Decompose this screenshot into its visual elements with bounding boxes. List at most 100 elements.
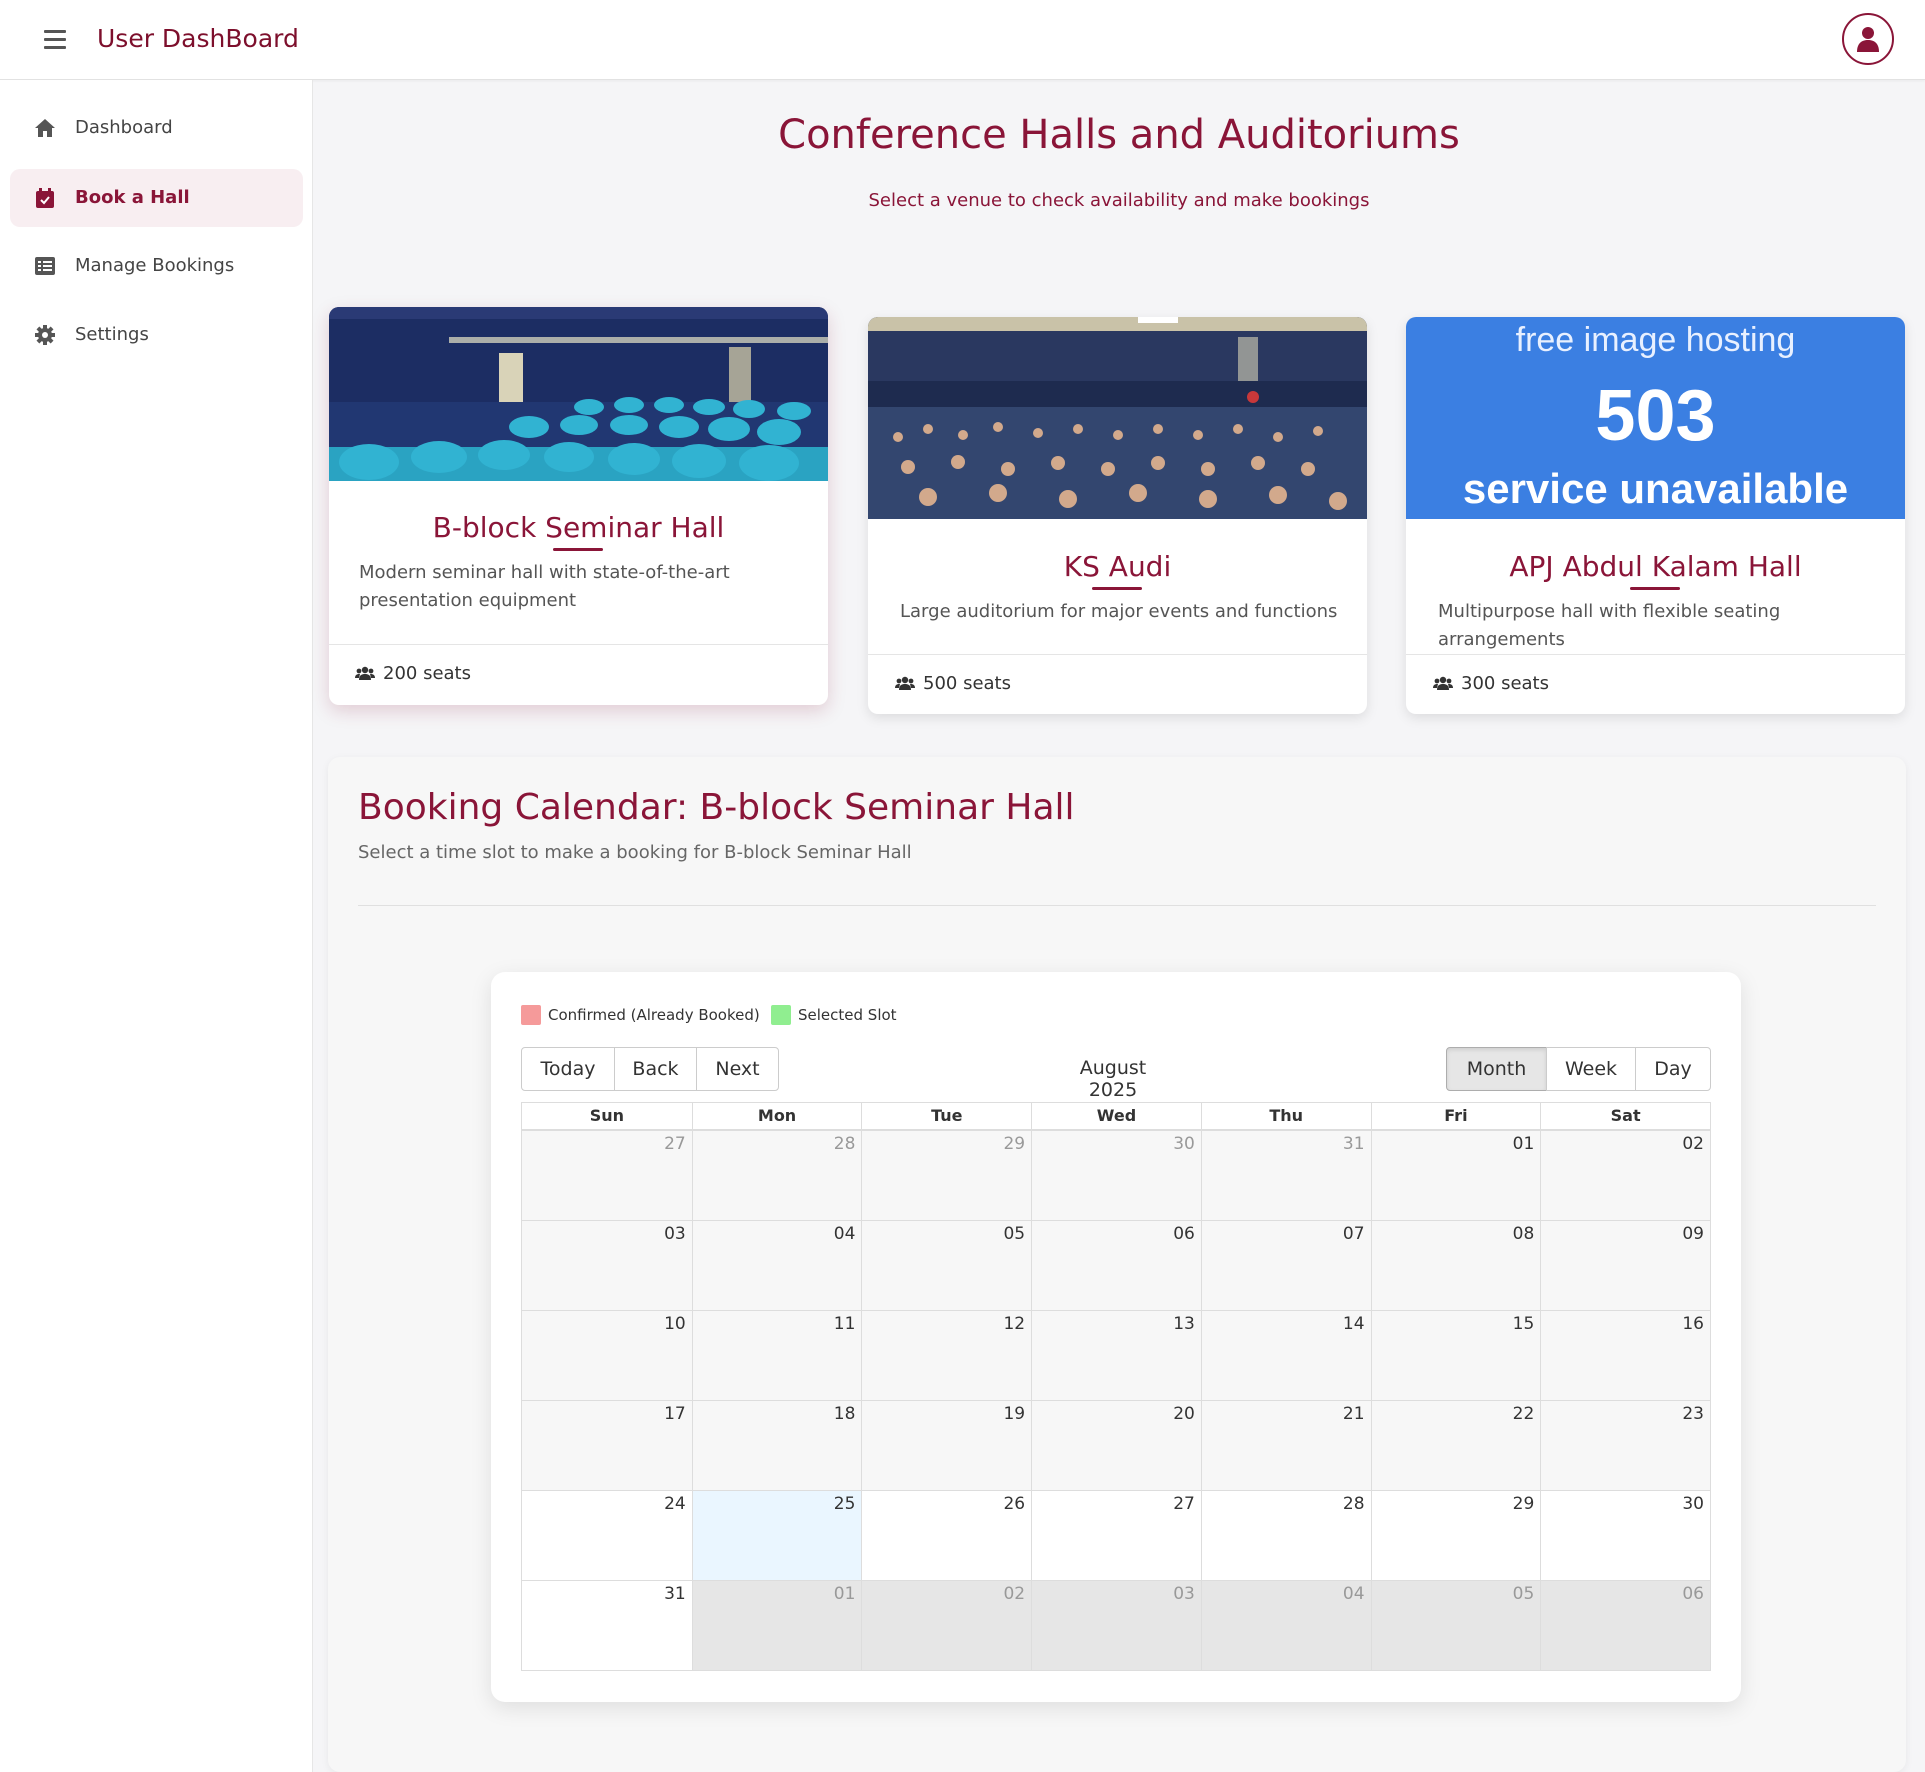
calendar-day-cell[interactable]: 12	[861, 1310, 1032, 1400]
calendar-day-cell[interactable]: 13	[1031, 1310, 1201, 1400]
weekday-header-sat: Sat	[1540, 1103, 1710, 1130]
sidebar-item-label: Manage Bookings	[75, 255, 235, 276]
calendar-day-cell[interactable]: 15	[1370, 1310, 1541, 1400]
calendar-day-cell[interactable]: 29	[861, 1130, 1032, 1220]
calendar-day-cell[interactable]: 30	[1540, 1490, 1710, 1580]
calendar-day-cell[interactable]: 04	[1200, 1580, 1371, 1670]
hall-description: Large auditorium for major events and fu…	[900, 601, 1338, 622]
calendar-day-cell[interactable]: 31	[522, 1580, 692, 1670]
app-title: User DashBoard	[97, 24, 299, 53]
back-button[interactable]: Back	[614, 1047, 697, 1091]
day-number: 28	[1342, 1494, 1365, 1514]
calendar-day-cell[interactable]: 06	[1540, 1580, 1710, 1670]
day-number: 25	[833, 1494, 856, 1514]
hall-card-b-block[interactable]: B-block Seminar Hall Modern seminar hall…	[329, 307, 828, 705]
calendar-day-cell[interactable]: 30	[1031, 1130, 1201, 1220]
calendar-day-cell[interactable]: 24	[522, 1490, 692, 1580]
calendar-day-cell[interactable]: 08	[1370, 1220, 1541, 1310]
calendar-day-cell[interactable]: 26	[861, 1490, 1032, 1580]
calendar-day-cell[interactable]: 01	[1370, 1130, 1541, 1220]
sidebar-item-label: Settings	[75, 324, 149, 345]
calendar-day-cell[interactable]: 28	[691, 1130, 862, 1220]
calendar-day-cell[interactable]: 07	[1200, 1220, 1371, 1310]
sidebar-item-label: Dashboard	[75, 117, 173, 138]
day-number: 24	[664, 1494, 686, 1514]
calendar-day-cell[interactable]: 03	[522, 1220, 692, 1310]
week-view-button[interactable]: Week	[1546, 1047, 1636, 1091]
users-icon	[355, 666, 375, 680]
hall-photo-auditorium	[868, 317, 1367, 519]
hall-name: KS Audi	[1063, 550, 1172, 583]
users-icon	[1433, 676, 1453, 690]
hamburger-icon[interactable]	[44, 30, 66, 50]
calendar-day-cell[interactable]: 14	[1200, 1310, 1371, 1400]
calendar-day-cell[interactable]: 28	[1200, 1490, 1371, 1580]
day-number: 02	[1682, 1134, 1704, 1154]
calendar-day-cell[interactable]: 31	[1200, 1130, 1371, 1220]
day-number: 02	[1003, 1584, 1026, 1604]
seat-count: 200 seats	[355, 663, 471, 684]
day-number: 27	[1173, 1494, 1195, 1514]
calendar-day-cell[interactable]: 03	[1031, 1580, 1201, 1670]
calendar-day-cell[interactable]: 02	[1540, 1130, 1710, 1220]
day-number: 06	[1173, 1224, 1195, 1244]
day-number: 14	[1342, 1314, 1365, 1334]
sidebar-item-settings[interactable]: Settings	[10, 306, 303, 364]
calendar-day-cell[interactable]: 05	[1370, 1580, 1541, 1670]
user-avatar-button[interactable]	[1842, 13, 1894, 65]
sidebar-item-book-a-hall[interactable]: Book a Hall	[10, 169, 303, 227]
calendar-day-cell[interactable]: 17	[522, 1400, 692, 1490]
today-button[interactable]: Today	[521, 1047, 615, 1091]
card-divider	[868, 654, 1367, 655]
month-grid: Sun Mon Tue Wed Thu Fri Sat 27 28 29 30 31 01 02 03 04 0…	[521, 1102, 1711, 1671]
sidebar: Dashboard Book a Hall Manage Bookings Se…	[0, 80, 313, 1772]
weekday-header-wed: Wed	[1031, 1103, 1201, 1130]
card-divider	[1406, 654, 1905, 655]
weekday-header-mon: Mon	[691, 1103, 862, 1130]
calendar-day-cell[interactable]: 19	[861, 1400, 1032, 1490]
hall-card-apj-abdul-kalam[interactable]: free image hosting 503 service unavailab…	[1406, 317, 1905, 714]
day-number: 04	[1342, 1584, 1365, 1604]
day-view-button[interactable]: Day	[1635, 1047, 1711, 1091]
calendar-day-cell[interactable]: 22	[1370, 1400, 1541, 1490]
day-number: 10	[664, 1314, 686, 1334]
calendar-day-cell[interactable]: 16	[1540, 1310, 1710, 1400]
day-number: 28	[833, 1134, 856, 1154]
calendar-day-cell[interactable]: 21	[1200, 1400, 1371, 1490]
calendar-day-cell[interactable]: 27	[522, 1130, 692, 1220]
day-number: 04	[833, 1224, 856, 1244]
gear-icon	[35, 325, 55, 345]
month-view-button[interactable]: Month	[1446, 1047, 1547, 1091]
sidebar-item-manage-bookings[interactable]: Manage Bookings	[10, 237, 303, 295]
calendar-day-cell[interactable]: 02	[861, 1580, 1032, 1670]
booking-subtitle: Select a time slot to make a booking for…	[358, 842, 912, 863]
seat-count: 300 seats	[1433, 673, 1549, 694]
hall-description: Multipurpose hall with flexible seating …	[1438, 601, 1781, 650]
calendar-day-cell[interactable]: 23	[1540, 1400, 1710, 1490]
hall-card-ks-audi[interactable]: KS Audi Large auditorium for major event…	[868, 317, 1367, 714]
calendar-day-cell[interactable]: 11	[691, 1310, 862, 1400]
day-number: 20	[1173, 1404, 1195, 1424]
calendar-day-cell[interactable]: 05	[861, 1220, 1032, 1310]
calendar-check-icon	[36, 188, 54, 208]
sidebar-item-dashboard[interactable]: Dashboard	[10, 99, 303, 157]
calendar-day-cell[interactable]: 06	[1031, 1220, 1201, 1310]
day-number: 15	[1512, 1314, 1535, 1334]
day-number: 05	[1512, 1584, 1535, 1604]
calendar-day-cell[interactable]: 20	[1031, 1400, 1201, 1490]
user-icon	[1857, 27, 1879, 52]
calendar-day-cell[interactable]: 01	[691, 1580, 862, 1670]
day-number: 11	[833, 1314, 856, 1334]
calendar-day-cell[interactable]: 25	[691, 1490, 862, 1580]
calendar-day-cell[interactable]: 27	[1031, 1490, 1201, 1580]
calendar-day-cell[interactable]: 18	[691, 1400, 862, 1490]
calendar-day-cell[interactable]: 10	[522, 1310, 692, 1400]
calendar-day-cell[interactable]: 09	[1540, 1220, 1710, 1310]
day-number: 13	[1173, 1314, 1195, 1334]
page-subtitle: Select a venue to check availability and…	[868, 190, 1370, 211]
calendar-day-cell[interactable]: 29	[1370, 1490, 1541, 1580]
next-button[interactable]: Next	[696, 1047, 779, 1091]
weekday-header-sun: Sun	[522, 1103, 692, 1130]
calendar-day-cell[interactable]: 04	[691, 1220, 862, 1310]
day-number: 05	[1003, 1224, 1026, 1244]
